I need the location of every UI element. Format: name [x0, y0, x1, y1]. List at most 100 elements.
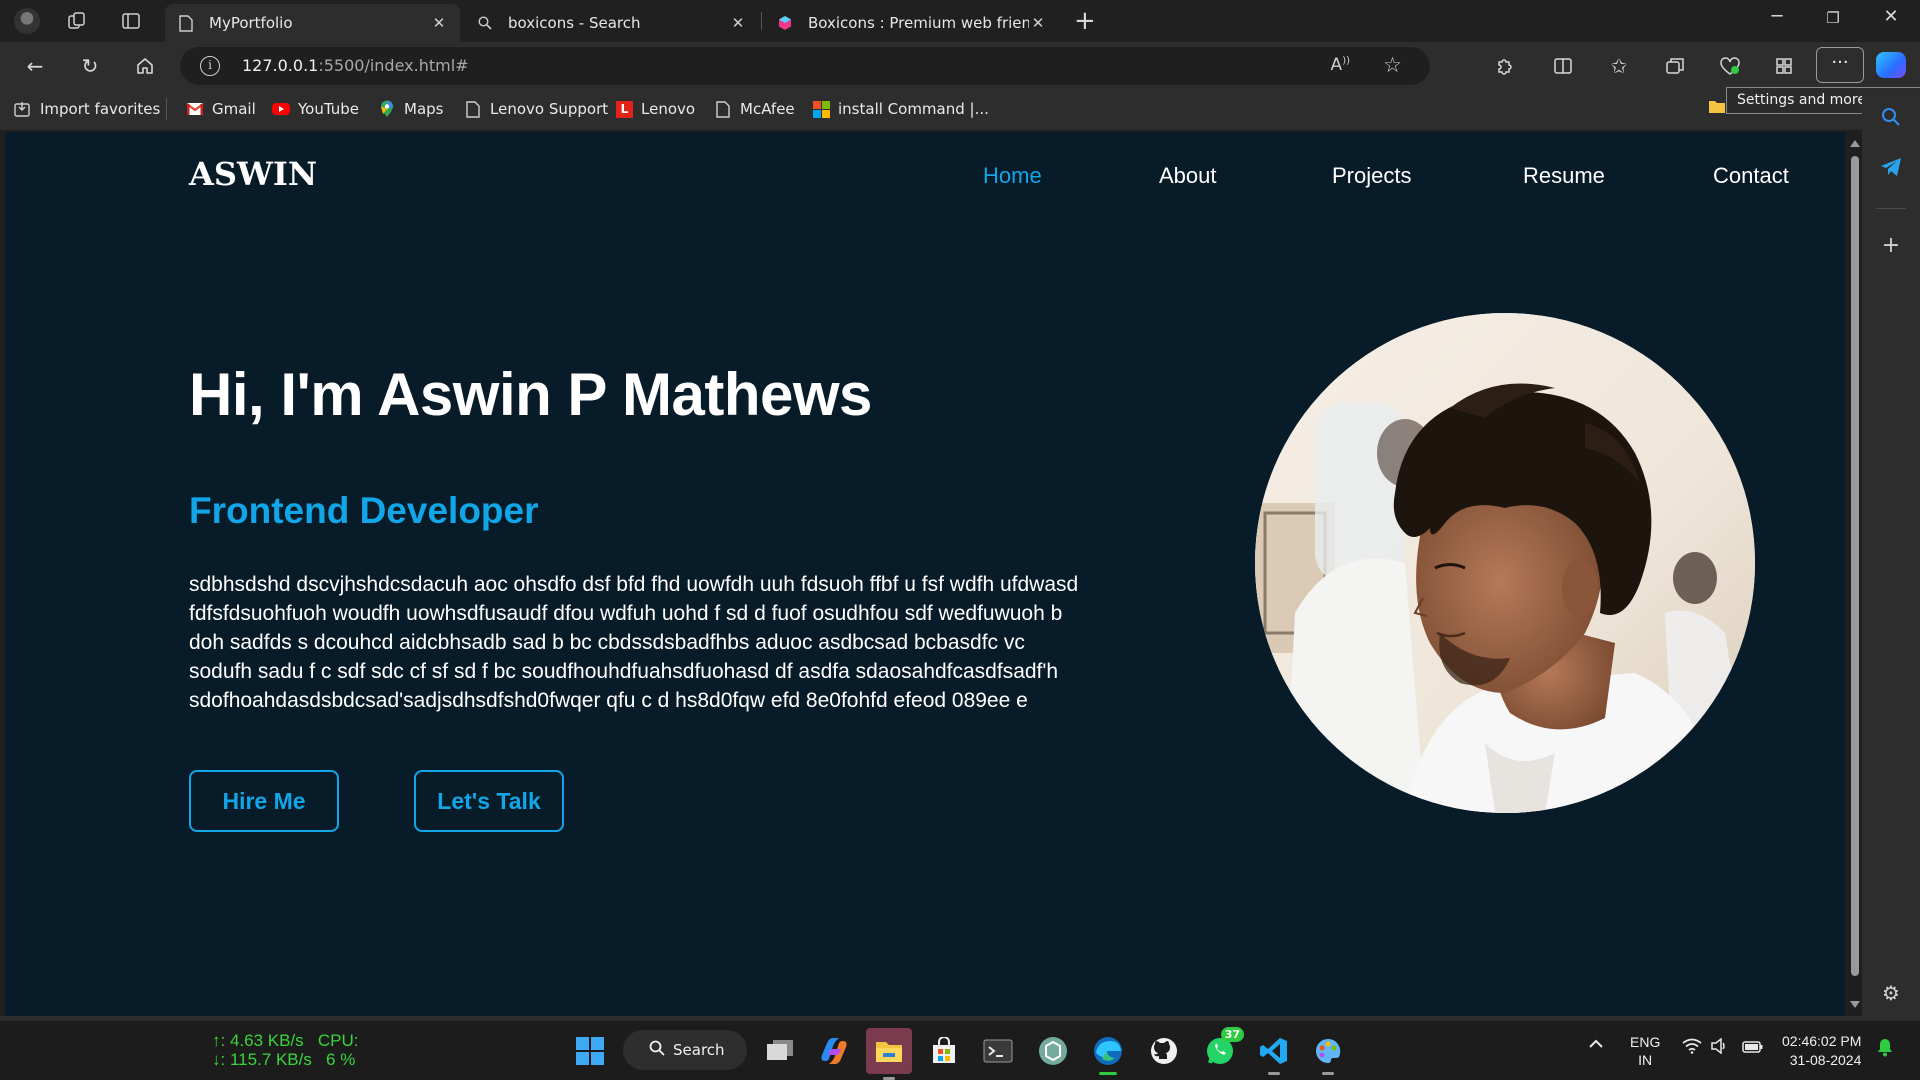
paint-icon[interactable]	[1310, 1033, 1346, 1075]
page-icon	[177, 14, 195, 32]
fav-label: McAfee	[740, 100, 795, 118]
whatsapp-unread-badge: 37	[1220, 1027, 1244, 1042]
browser-sidebar: + ⚙	[1862, 90, 1920, 1016]
close-tab-icon[interactable]: ✕	[430, 14, 448, 32]
show-hidden-icons-chevron-icon[interactable]	[1588, 1035, 1604, 1054]
scrollbar-thumb[interactable]	[1851, 156, 1859, 976]
edge-browser-icon[interactable]	[1090, 1033, 1126, 1075]
nav-contact[interactable]: Contact	[1713, 163, 1789, 189]
fav-label: Maps	[404, 100, 444, 118]
close-window-icon[interactable]: ✕	[1866, 6, 1916, 27]
task-view-icon[interactable]	[762, 1033, 798, 1069]
fav-mcafee[interactable]: McAfee	[714, 100, 795, 118]
nav-projects[interactable]: Projects	[1332, 163, 1411, 189]
site-info-icon[interactable]: i	[200, 56, 220, 76]
settings-and-more-button[interactable]: ···	[1816, 47, 1864, 83]
fav-import-favorites[interactable]: Import favorites	[14, 100, 160, 118]
sidebar-search-icon[interactable]	[1876, 102, 1906, 132]
github-icon[interactable]	[1146, 1033, 1182, 1069]
vscode-icon[interactable]	[1256, 1033, 1292, 1075]
cpu-value: 6 %	[326, 1050, 356, 1069]
wifi-icon[interactable]	[1682, 1038, 1702, 1058]
sidebar-add-icon[interactable]: +	[1876, 230, 1906, 260]
copilot-icon[interactable]	[1876, 52, 1906, 78]
fav-maps[interactable]: Maps	[378, 100, 443, 118]
url-text[interactable]: 127.0.0.1:5500/index.html#	[242, 56, 469, 75]
browser-essentials-icon[interactable]	[1715, 52, 1745, 80]
cpu-label: CPU:	[317, 1031, 359, 1050]
whatsapp-icon[interactable]: 37	[1202, 1027, 1244, 1069]
chatgpt-icon[interactable]	[1035, 1033, 1071, 1069]
copilot-app-icon[interactable]	[816, 1033, 852, 1069]
windows-start-icon[interactable]	[572, 1033, 608, 1069]
maps-pin-icon	[378, 100, 396, 117]
extensions-icon[interactable]	[1490, 52, 1520, 80]
back-arrow-icon[interactable]: ←	[20, 52, 50, 80]
tab-title: MyPortfolio	[209, 14, 293, 32]
file-explorer-icon[interactable]	[866, 1028, 912, 1080]
nav-resume[interactable]: Resume	[1523, 163, 1605, 189]
profile-avatar[interactable]	[14, 8, 40, 34]
refresh-icon[interactable]: ↻	[75, 52, 105, 80]
profile-photo	[1255, 313, 1755, 813]
nav-home[interactable]: Home	[983, 163, 1042, 189]
site-logo[interactable]: ASWIN	[189, 155, 317, 193]
fav-youtube[interactable]: YouTube	[272, 100, 359, 118]
folder-icon	[1708, 98, 1726, 114]
sidebar-divider	[1876, 208, 1906, 209]
close-tab-icon[interactable]: ✕	[1029, 14, 1047, 32]
hero-description: sdbhsdshd dscvjhshdcsdacuh aoc ohsdfo ds…	[189, 573, 1079, 712]
address-bar[interactable]: i 127.0.0.1:5500/index.html# A)) ☆	[180, 47, 1430, 85]
hire-me-button[interactable]: Hire Me	[189, 770, 339, 832]
minimize-icon[interactable]: ─	[1752, 6, 1802, 27]
system-clock[interactable]: 02:46:02 PM 31-08-2024	[1782, 1032, 1861, 1070]
scroll-down-arrow-icon[interactable]	[1850, 1001, 1860, 1008]
battery-icon[interactable]	[1742, 1039, 1764, 1058]
telegram-icon[interactable]	[1876, 152, 1906, 182]
favorites-icon[interactable]: ✩	[1604, 52, 1634, 80]
fav-install-command[interactable]: install Command |...	[812, 100, 989, 118]
read-aloud-icon[interactable]: A))	[1331, 55, 1350, 75]
net-download-speed: ↓: 115.7 KB/s	[212, 1050, 312, 1069]
hero-title: Hi, I'm Aswin P Mathews	[189, 361, 872, 428]
fav-lenovo-support[interactable]: Lenovo Support	[464, 100, 608, 118]
collections-icon[interactable]	[1660, 52, 1690, 80]
fav-lenovo[interactable]: L Lenovo	[616, 100, 695, 118]
lang-code: ENG	[1630, 1034, 1661, 1050]
fav-label: Gmail	[212, 100, 256, 118]
close-tab-icon[interactable]: ✕	[729, 14, 747, 32]
region-code: IN	[1638, 1052, 1653, 1068]
fav-label: Lenovo Support	[490, 100, 609, 118]
scroll-up-arrow-icon[interactable]	[1850, 140, 1860, 147]
apps-icon[interactable]	[1769, 52, 1799, 80]
favorite-star-icon[interactable]: ☆	[1383, 53, 1402, 77]
sidebar-settings-gear-icon[interactable]: ⚙	[1876, 978, 1906, 1008]
notification-bell-icon[interactable]	[1876, 1037, 1894, 1061]
tab-boxicons-search[interactable]: boxicons - Search ✕	[464, 4, 759, 42]
fav-gmail[interactable]: Gmail	[186, 100, 256, 118]
terminal-icon[interactable]	[980, 1033, 1016, 1069]
tab-divider	[761, 12, 762, 30]
lets-talk-button[interactable]: Let's Talk	[414, 770, 564, 832]
nav-about[interactable]: About	[1159, 163, 1217, 189]
split-screen-icon[interactable]	[1548, 52, 1578, 80]
vertical-scrollbar[interactable]	[1848, 132, 1862, 1016]
running-indicator	[1268, 1072, 1280, 1075]
tab-boxicons-site[interactable]: Boxicons : Premium web friendly i ✕	[764, 4, 1059, 42]
fav-label: install Command |...	[838, 100, 989, 118]
clock-date: 31-08-2024	[1789, 1052, 1862, 1068]
volume-icon[interactable]	[1710, 1037, 1728, 1058]
tab-myportfolio[interactable]: MyPortfolio ✕	[165, 4, 460, 42]
home-icon[interactable]	[130, 52, 160, 80]
language-indicator[interactable]: ENG IN	[1630, 1033, 1660, 1069]
restore-icon[interactable]: ❐	[1808, 9, 1858, 27]
boxicons-logo-icon	[776, 14, 794, 32]
url-host: 127.0.0.1	[242, 56, 319, 75]
running-indicator	[1322, 1072, 1334, 1075]
workspaces-icon[interactable]	[64, 8, 90, 34]
gmail-icon	[186, 101, 204, 117]
new-tab-icon[interactable]: +	[1074, 6, 1096, 36]
tab-actions-icon[interactable]	[118, 8, 144, 34]
taskbar-search-box[interactable]: Search	[623, 1030, 747, 1070]
microsoft-store-icon[interactable]	[926, 1033, 962, 1069]
